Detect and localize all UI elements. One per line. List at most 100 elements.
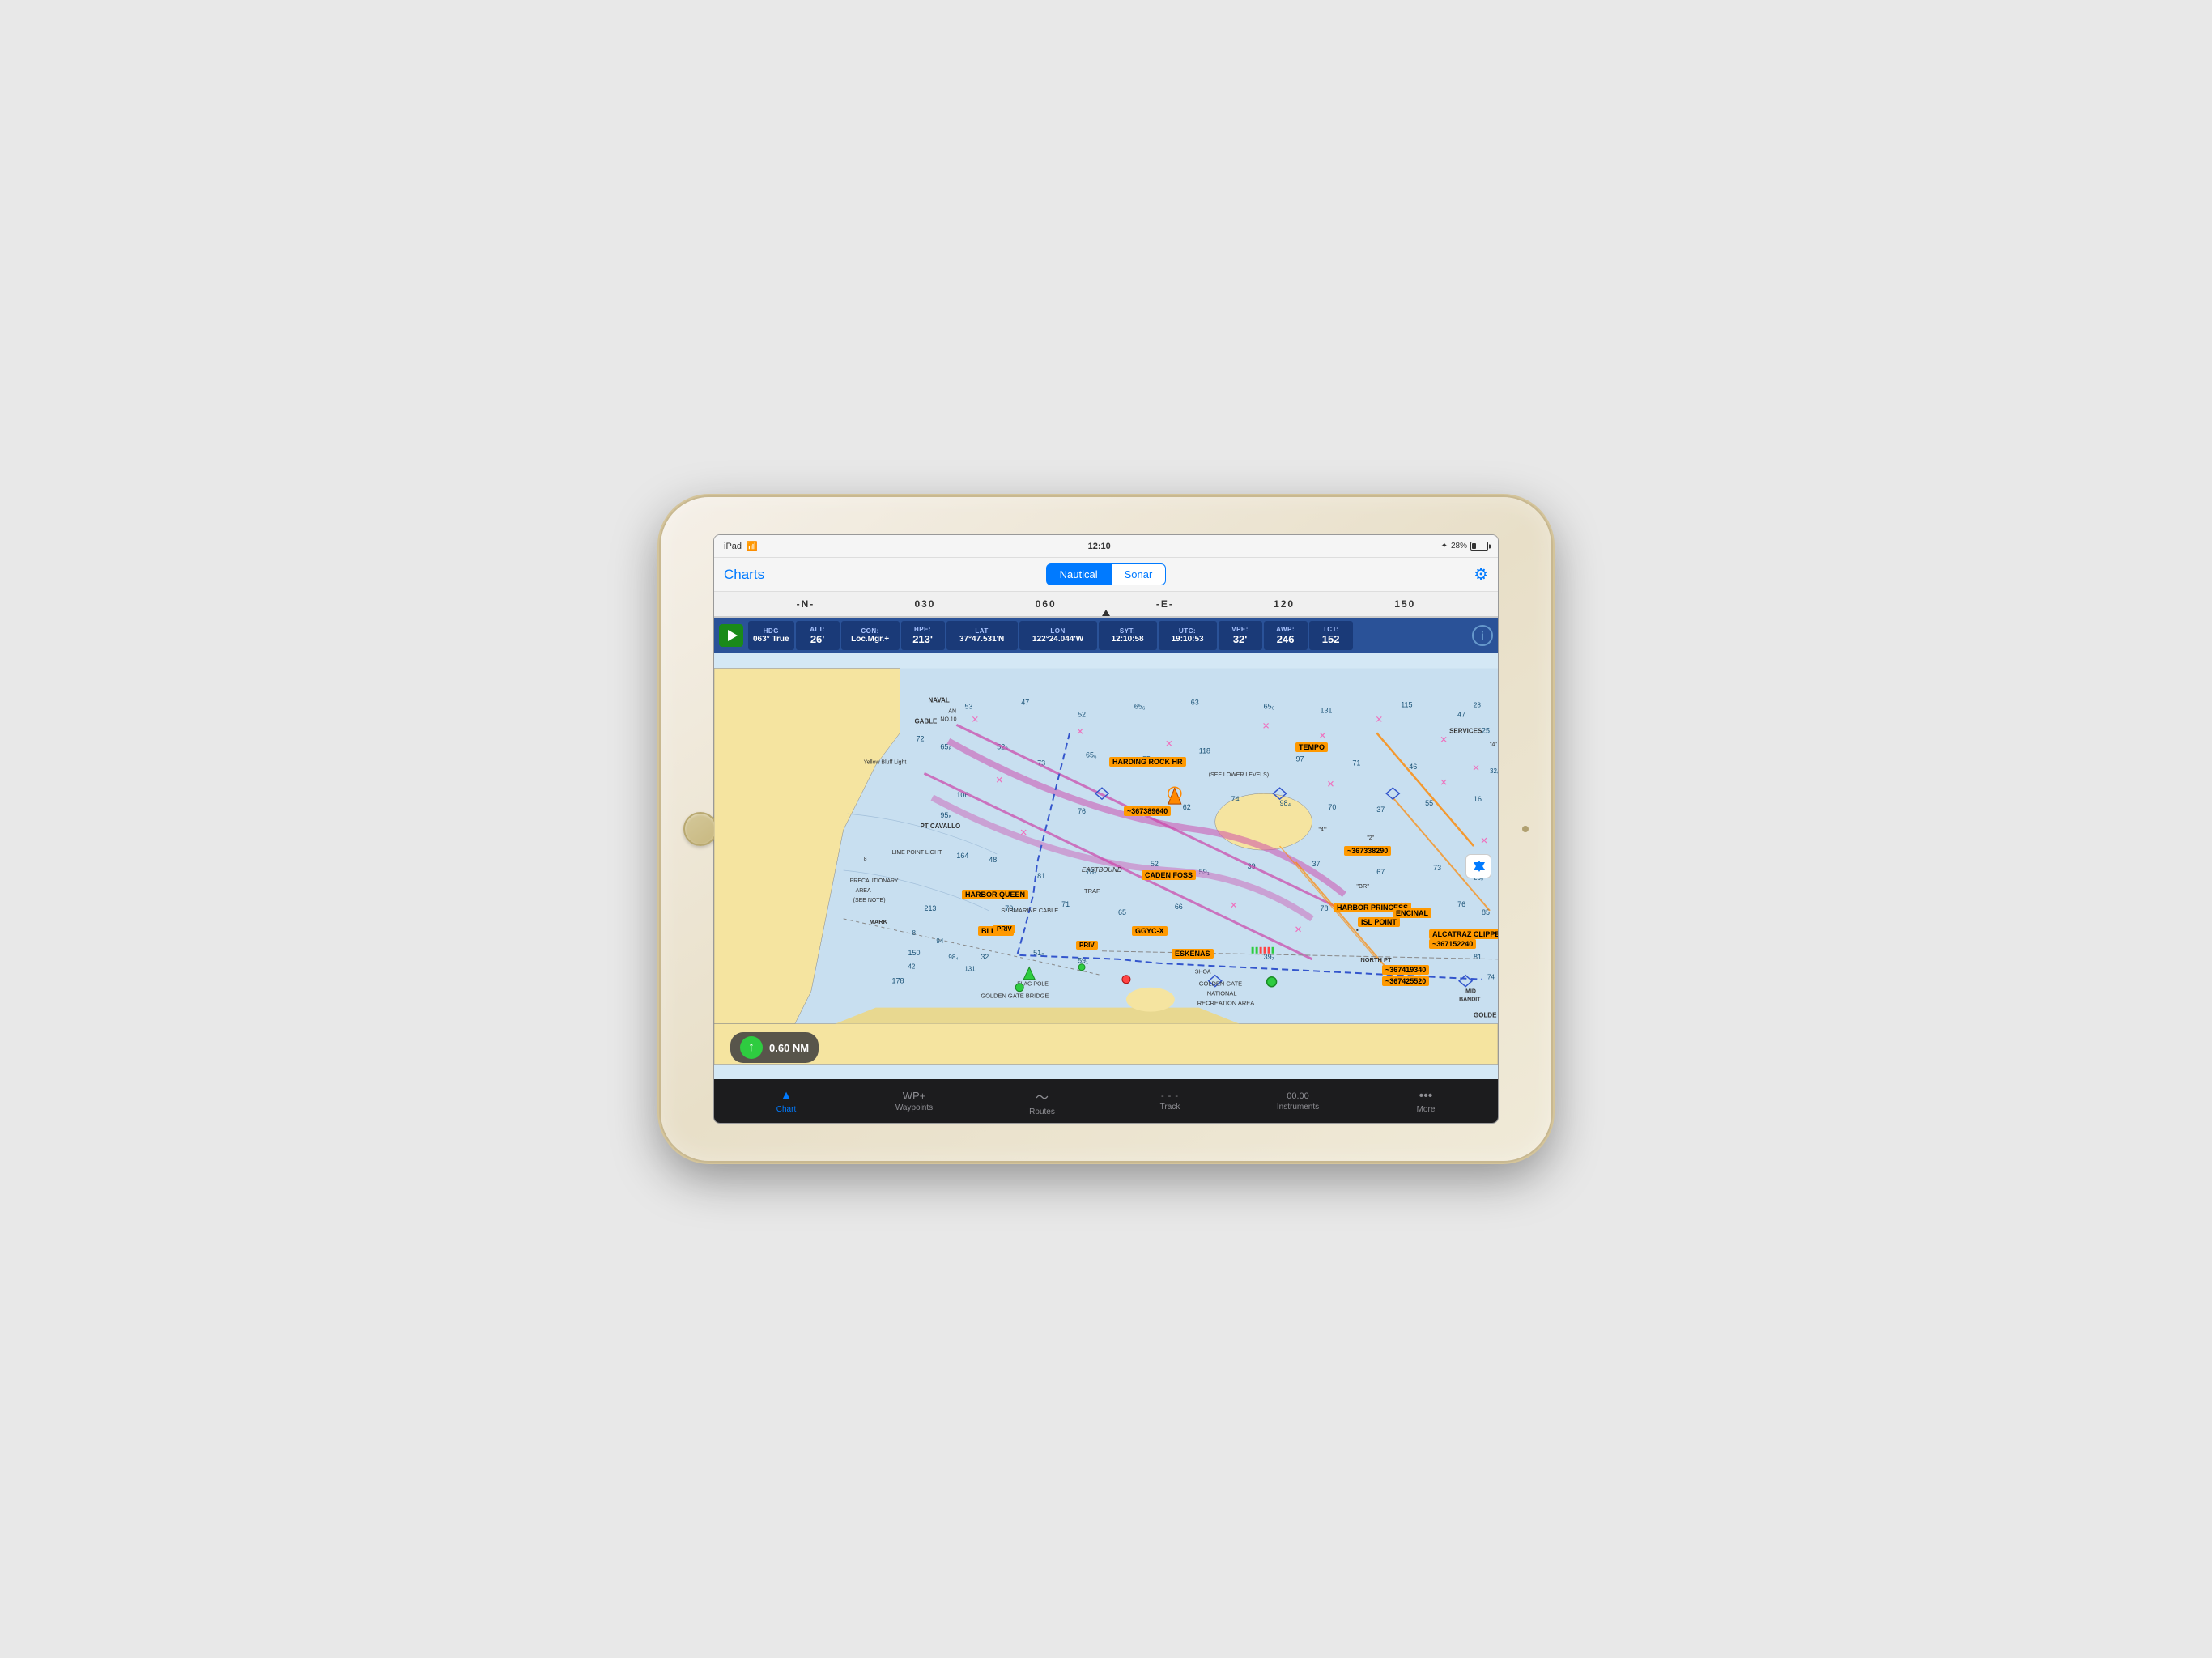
svg-text:81: 81 bbox=[1474, 953, 1482, 961]
status-right: ✦ 28% bbox=[1441, 542, 1488, 551]
syt-field: SYT: 12:10:58 bbox=[1099, 621, 1157, 650]
svg-text:GOLDEN GATE: GOLDEN GATE bbox=[1199, 980, 1242, 988]
map-container[interactable]: 53 47 52 65₆ 63 65₆ 131 115 47 25 72 65₈… bbox=[714, 653, 1498, 1079]
play-button[interactable] bbox=[719, 624, 743, 647]
settings-icon[interactable]: ⚙ bbox=[1474, 564, 1488, 585]
ipad-frame: iPad 📶 12:10 ✦ 28% Charts Nautical Sonar… bbox=[661, 497, 1551, 1161]
svg-text:"BR": "BR" bbox=[1356, 882, 1369, 890]
svg-text:66: 66 bbox=[1175, 903, 1183, 911]
svg-text:(SEE LOWER LEVELS): (SEE LOWER LEVELS) bbox=[1209, 772, 1269, 778]
svg-text:97: 97 bbox=[1296, 755, 1304, 763]
svg-text:32₈: 32₈ bbox=[1490, 767, 1498, 775]
svg-text:16: 16 bbox=[1474, 795, 1482, 803]
nav-item-chart[interactable]: ▲ Chart bbox=[754, 1089, 819, 1114]
vessel-label-367152240[interactable]: ~367152240 bbox=[1429, 939, 1476, 949]
tct-field: TCT: 152 bbox=[1309, 621, 1353, 650]
nav-right: ⚙ bbox=[1391, 564, 1488, 585]
vessel-label-harbor-queen[interactable]: HARBOR QUEEN bbox=[962, 890, 1028, 899]
svg-text:NORTH PT: NORTH PT bbox=[1360, 956, 1392, 963]
nav-item-instruments[interactable]: 00.00 Instruments bbox=[1266, 1091, 1330, 1112]
battery-bar bbox=[1470, 542, 1488, 551]
svg-text:46: 46 bbox=[1409, 763, 1417, 771]
vessel-label-caden-foss[interactable]: CADEN FOSS bbox=[1142, 870, 1196, 880]
svg-text:NATIONAL: NATIONAL bbox=[1207, 990, 1237, 997]
svg-text:GOLDEN GATE BRIDGE: GOLDEN GATE BRIDGE bbox=[981, 993, 1049, 1000]
svg-text:28: 28 bbox=[1474, 701, 1481, 708]
utc-field: UTC: 19:10:53 bbox=[1159, 621, 1217, 650]
nav-center: Nautical Sonar bbox=[821, 563, 1391, 585]
compass-labels: -N- 030 060 -E- 120 150 bbox=[714, 598, 1498, 610]
zoom-in-button[interactable] bbox=[1466, 855, 1492, 878]
lat-field: LAT 37°47.531'N bbox=[946, 621, 1018, 650]
svg-text:70: 70 bbox=[1328, 803, 1336, 811]
svg-text:63: 63 bbox=[1191, 698, 1199, 706]
nav-item-track[interactable]: - - - Track bbox=[1138, 1091, 1202, 1112]
svg-text:SHOA: SHOA bbox=[1195, 970, 1211, 976]
svg-text:65₆: 65₆ bbox=[1086, 750, 1097, 759]
nav-back-button[interactable]: Charts bbox=[724, 567, 821, 583]
vessel-label-priv2[interactable]: PRIV bbox=[1076, 941, 1098, 950]
vessel-label-tempo[interactable]: TEMPO bbox=[1295, 742, 1328, 752]
svg-text:78: 78 bbox=[1320, 904, 1328, 912]
tab-sonar[interactable]: Sonar bbox=[1112, 563, 1167, 585]
svg-text:"4": "4" bbox=[1490, 742, 1497, 747]
svg-text:37: 37 bbox=[1312, 860, 1320, 868]
svg-text:98₄: 98₄ bbox=[948, 954, 958, 961]
svg-text:47: 47 bbox=[1021, 698, 1029, 706]
awp-field: AWP: 246 bbox=[1264, 621, 1308, 650]
vessel-label-priv1[interactable]: PRIV bbox=[993, 925, 1015, 933]
svg-text:EASTBOUND: EASTBOUND bbox=[1082, 866, 1122, 874]
routes-icon: 〜 bbox=[1036, 1086, 1049, 1106]
svg-text:131: 131 bbox=[1320, 706, 1332, 714]
nav-item-routes[interactable]: 〜 Routes bbox=[1010, 1086, 1074, 1116]
vessel-label-isl-point[interactable]: ISL POINT bbox=[1358, 917, 1400, 927]
nav-bar: Charts Nautical Sonar ⚙ bbox=[714, 558, 1498, 592]
play-triangle-icon bbox=[728, 630, 738, 641]
svg-text:GABLE: GABLE bbox=[914, 717, 937, 725]
vessel-label-367419340[interactable]: ~367419340 bbox=[1382, 965, 1429, 975]
routes-label: Routes bbox=[1029, 1107, 1055, 1116]
svg-text:GOLDE: GOLDE bbox=[1474, 1012, 1496, 1019]
info-button[interactable]: i bbox=[1472, 625, 1493, 646]
svg-text:TRAF: TRAF bbox=[1084, 887, 1100, 895]
more-label: More bbox=[1417, 1105, 1436, 1114]
vpe-field: VPE: 32' bbox=[1219, 621, 1262, 650]
nav-item-more[interactable]: ••• More bbox=[1393, 1089, 1458, 1114]
svg-text:71: 71 bbox=[1352, 759, 1360, 767]
vessel-label-eskenas[interactable]: ESKENAS bbox=[1172, 949, 1214, 959]
svg-text:65₆: 65₆ bbox=[1264, 702, 1275, 710]
svg-text:47: 47 bbox=[1457, 710, 1465, 718]
wifi-icon: 📶 bbox=[747, 541, 758, 551]
vessel-label-alcatraz[interactable]: ALCATRAZ CLIPPER bbox=[1429, 929, 1498, 939]
vessel-label-harding[interactable]: HARDING ROCK HR bbox=[1109, 757, 1186, 767]
svg-text:98₄: 98₄ bbox=[1280, 799, 1291, 807]
vessel-label-367425520[interactable]: ~367425520 bbox=[1382, 976, 1429, 986]
more-icon: ••• bbox=[1419, 1089, 1433, 1103]
svg-text:Yellow Bluff Light: Yellow Bluff Light bbox=[864, 759, 907, 765]
svg-text:65₆: 65₆ bbox=[1134, 702, 1146, 710]
chart-label: Chart bbox=[776, 1105, 796, 1114]
svg-text:SERVICES: SERVICES bbox=[1449, 727, 1482, 734]
svg-text:SUBMARINE CABLE: SUBMARINE CABLE bbox=[1001, 907, 1058, 914]
tab-nautical[interactable]: Nautical bbox=[1046, 563, 1112, 585]
map-svg: 53 47 52 65₆ 63 65₆ 131 115 47 25 72 65₈… bbox=[714, 653, 1498, 1079]
track-label: Track bbox=[1160, 1103, 1180, 1112]
svg-text:71: 71 bbox=[1061, 900, 1070, 908]
svg-text:76: 76 bbox=[1457, 900, 1465, 908]
nav-item-waypoints[interactable]: WP+ Waypoints bbox=[882, 1090, 946, 1112]
distance-value: 0.60 NM bbox=[769, 1042, 809, 1054]
home-button[interactable] bbox=[683, 812, 717, 846]
status-bar: iPad 📶 12:10 ✦ 28% bbox=[714, 535, 1498, 558]
up-arrow-icon[interactable]: ↑ bbox=[740, 1036, 763, 1059]
svg-text:48: 48 bbox=[989, 856, 997, 864]
svg-text:39₇: 39₇ bbox=[1264, 953, 1274, 961]
vessel-label-ggyc[interactable]: GGYC-X bbox=[1132, 926, 1168, 936]
vessel-label-367338290[interactable]: ~367338290 bbox=[1344, 846, 1391, 856]
svg-text:213: 213 bbox=[924, 904, 936, 912]
track-icon: - - - bbox=[1161, 1091, 1179, 1101]
svg-text:BANDIT: BANDIT bbox=[1459, 997, 1481, 1003]
screen: iPad 📶 12:10 ✦ 28% Charts Nautical Sonar… bbox=[713, 534, 1499, 1124]
vessel-label-367389640[interactable]: ~367389640 bbox=[1124, 806, 1171, 816]
svg-text:74: 74 bbox=[1487, 974, 1495, 981]
svg-text:MID: MID bbox=[1465, 989, 1476, 995]
